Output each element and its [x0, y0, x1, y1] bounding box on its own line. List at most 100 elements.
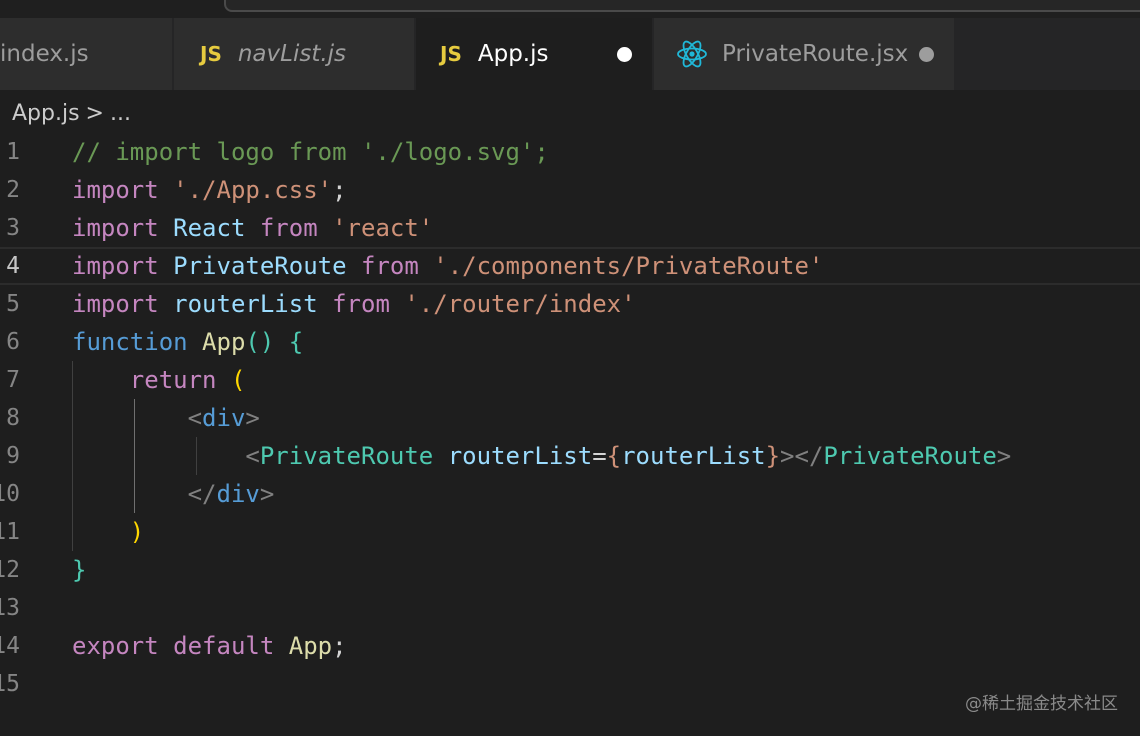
code-text: import PrivateRoute from './components/P… — [72, 249, 823, 287]
code-text: import routerList from './router/index' — [72, 285, 636, 323]
code-token: 'react' — [332, 214, 434, 242]
code-text: import React from 'react' — [72, 209, 433, 247]
code-line[interactable]: 2 import './App.css'; — [0, 171, 1140, 209]
indent-guide — [196, 437, 197, 475]
line-number: 9 — [6, 443, 20, 469]
chevron-right-icon: > — [85, 100, 104, 126]
breadcrumb-file[interactable]: App.js — [12, 101, 80, 126]
code-token: default — [173, 632, 275, 660]
tab-navlist-js[interactable]: JS navList.js — [174, 18, 414, 90]
code-line[interactable]: 1 // import logo from './logo.svg'; — [0, 133, 1140, 171]
tab-privateroute-jsx[interactable]: PrivateRoute.jsx — [654, 18, 954, 90]
code-token: } — [765, 442, 781, 470]
code-token: export — [72, 632, 159, 660]
line-number: 6 — [6, 329, 20, 355]
code-line[interactable]: 6 function App() { — [0, 323, 1140, 361]
code-token: routerList — [621, 442, 766, 470]
code-token: routerList — [447, 442, 593, 470]
editor-tab-bar: index.js JS navList.js JS App.js Private… — [0, 18, 1140, 90]
code-token: // import logo from './logo.svg'; — [72, 138, 549, 166]
line-number: 2 — [6, 177, 20, 203]
code-token: ( — [230, 366, 246, 394]
code-token: > — [259, 480, 275, 508]
code-token: App — [288, 632, 333, 660]
code-token: () — [245, 328, 275, 356]
code-text: // import logo from './logo.svg'; — [72, 133, 549, 171]
code-text: <PrivateRoute routerList={routerList}></… — [72, 437, 1011, 475]
code-token: import — [72, 176, 159, 204]
code-token: { — [288, 328, 304, 356]
code-token: = — [592, 442, 607, 470]
code-line[interactable]: 10 </div> — [0, 475, 1140, 513]
code-line[interactable]: 14 export default App; — [0, 627, 1140, 665]
code-line[interactable]: 8 <div> — [0, 399, 1140, 437]
line-number: 10 — [0, 481, 20, 507]
watermark: @稀土掘金技术社区 — [965, 694, 1118, 714]
code-token: ) — [129, 518, 145, 546]
code-token: routerList — [173, 290, 318, 318]
code-token: > — [996, 442, 1012, 470]
unsaved-dot-icon[interactable] — [617, 47, 632, 62]
react-file-icon — [676, 38, 708, 70]
code-token: < — [245, 442, 260, 470]
line-number: 14 — [0, 633, 20, 659]
code-token: return — [129, 366, 217, 394]
line-number: 11 — [0, 519, 20, 545]
code-token: './router/index' — [404, 290, 636, 318]
unsaved-dot-icon[interactable] — [919, 47, 934, 62]
code-token: ></ — [780, 442, 824, 470]
code-line[interactable]: 13 — [0, 589, 1140, 627]
tab-index-js[interactable]: index.js — [0, 18, 172, 90]
code-token: import — [72, 290, 159, 318]
code-editor[interactable]: 1514export default App;1312}11 )10 </div… — [0, 133, 1140, 736]
code-token: div — [216, 480, 260, 508]
line-number: 3 — [6, 215, 20, 241]
code-token: import — [72, 214, 159, 242]
line-number: 4 — [6, 253, 20, 279]
code-text: } — [72, 551, 86, 589]
line-number: 7 — [6, 367, 20, 393]
code-line[interactable]: 9 <PrivateRoute routerList={routerList}>… — [0, 437, 1140, 475]
line-number: 1 — [6, 139, 20, 165]
code-text: ) — [72, 513, 144, 551]
tab-app-js[interactable]: JS App.js — [416, 18, 652, 90]
code-token: from — [259, 214, 318, 242]
code-line[interactable]: 3 import React from 'react' — [0, 209, 1140, 247]
line-number: 8 — [6, 405, 20, 431]
code-line[interactable]: 11 ) — [0, 513, 1140, 551]
code-token: ; — [332, 632, 347, 660]
breadcrumb-symbol[interactable]: ... — [110, 101, 131, 126]
code-token: < — [187, 404, 203, 432]
code-line[interactable]: 12} — [0, 551, 1140, 589]
code-token: </ — [187, 480, 217, 508]
code-token: } — [72, 556, 87, 584]
code-text: import './App.css'; — [72, 171, 347, 209]
code-token: PrivateRoute — [259, 442, 434, 470]
tab-label: PrivateRoute.jsx — [722, 41, 909, 67]
code-token: './App.css' — [173, 176, 333, 204]
code-line[interactable]: 7 return ( — [0, 361, 1140, 399]
javascript-file-icon: JS — [440, 42, 462, 66]
command-center[interactable] — [224, 0, 1140, 12]
code-line[interactable]: 5 import routerList from './router/index' — [0, 285, 1140, 323]
code-text: export default App; — [72, 627, 347, 665]
code-text: <div> — [72, 399, 260, 437]
indent-guide-active — [134, 399, 135, 513]
indent-guide — [72, 361, 73, 551]
code-line[interactable]: 4 import PrivateRoute from './components/… — [0, 247, 1140, 285]
code-token: import — [72, 252, 159, 280]
